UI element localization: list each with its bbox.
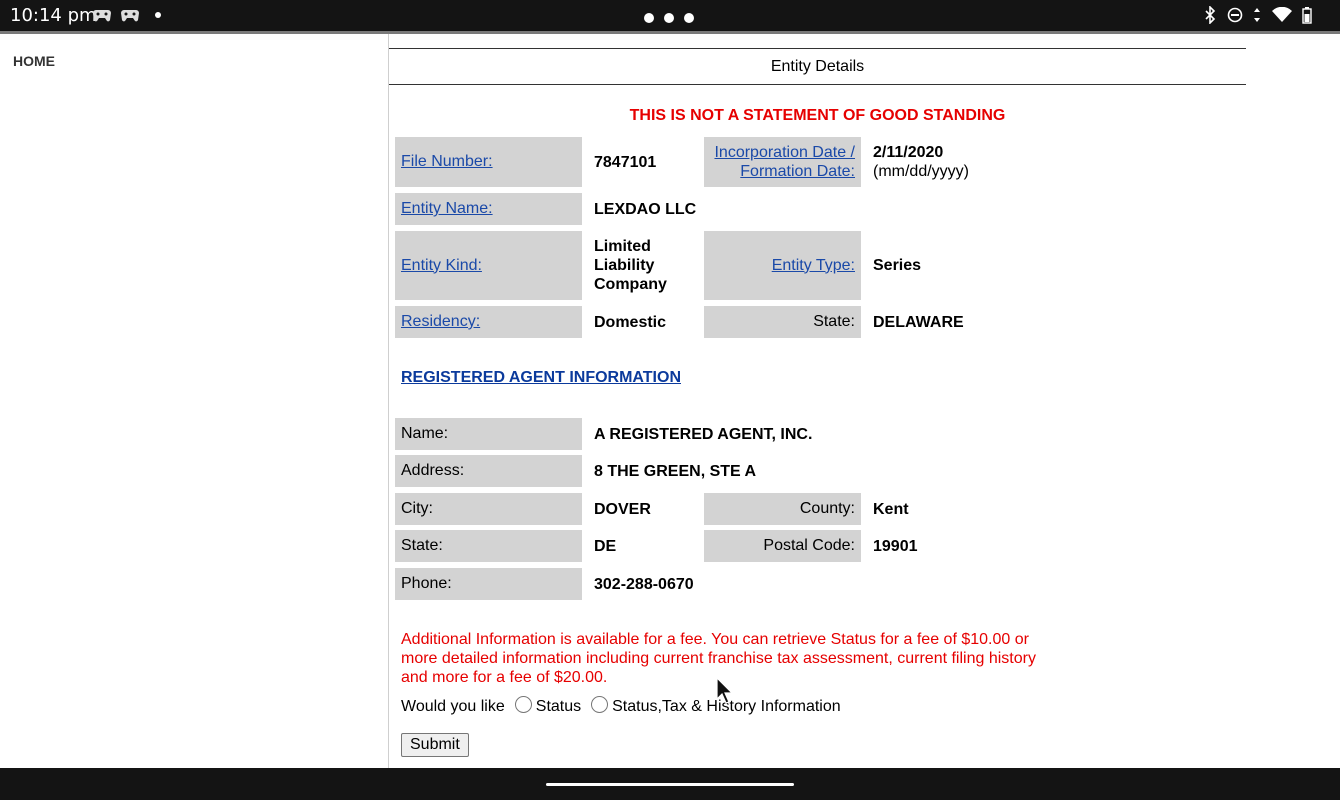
clock: 10:14 pm (10, 5, 97, 26)
data-arrows-icon (1254, 8, 1261, 22)
status-tax-history-radio[interactable] (591, 696, 609, 713)
good-standing-warning: THIS IS NOT A STATEMENT OF GOOD STANDING (629, 107, 1006, 124)
agent-state-label: State: (395, 530, 582, 562)
divider (389, 84, 1246, 85)
wifi-icon (1271, 6, 1292, 22)
home-gesture-handle[interactable] (546, 783, 794, 786)
game-controller-icon (121, 7, 139, 28)
agent-city-label: City: (395, 493, 582, 525)
would-you-like-label: Would you like (401, 697, 505, 715)
residency-help-link[interactable]: Residency: (401, 313, 480, 331)
left-nav-pane: HOME (0, 34, 389, 768)
state-label: State: (704, 306, 861, 338)
mouse-pointer-icon (716, 677, 734, 704)
agent-address-value: 8 THE GREEN, STE A (594, 462, 757, 480)
page-title: Entity Details (770, 58, 865, 75)
agent-name-value: A REGISTERED AGENT, INC. (594, 425, 813, 443)
entity-kind-label-cell: Entity Kind: (395, 231, 582, 300)
info-option-row: Would you like Status Status,Tax & Histo… (401, 696, 841, 717)
agent-county-value: Kent (873, 500, 909, 518)
entity-name-help-link[interactable]: Entity Name: (401, 200, 493, 218)
agent-phone-label: Phone: (395, 568, 582, 600)
home-link[interactable]: HOME (13, 53, 55, 69)
residency-value: Domestic (594, 313, 667, 331)
game-controller-icon (93, 7, 111, 28)
entity-name-value: LEXDAO LLC (594, 200, 697, 218)
agent-phone-value: 302-288-0670 (594, 575, 694, 593)
agent-postal-code-value: 19901 (873, 537, 918, 555)
divider (389, 48, 1246, 49)
system-status-bar: 10:14 pm (0, 0, 1340, 31)
submit-button[interactable]: Submit (401, 733, 469, 757)
system-navigation-bar (0, 768, 1340, 800)
agent-name-label: Name: (395, 418, 582, 450)
entity-name-label-cell: Entity Name: (395, 193, 582, 225)
incorporation-date-value: 2/11/2020 (mm/dd/yyyy) (873, 144, 969, 180)
status-option-label[interactable]: Status (536, 698, 581, 716)
file-number-help-link[interactable]: File Number: (401, 153, 493, 171)
agent-county-label: County: (704, 493, 861, 525)
entity-type-help-link[interactable]: Entity Type: (772, 257, 855, 275)
entity-kind-help-link[interactable]: Entity Kind: (401, 257, 482, 275)
incorporation-date-label-cell: Incorporation Date / Formation Date: (704, 137, 861, 187)
window-handle-dots-icon[interactable] (644, 10, 704, 28)
file-number-label-cell: File Number: (395, 137, 582, 187)
file-number-value: 7847101 (594, 153, 657, 171)
entity-kind-value: Limited Liability Company (594, 238, 667, 293)
more-notifications-dot-icon (155, 12, 161, 18)
agent-state-value: DE (594, 537, 617, 555)
agent-address-label: Address: (395, 455, 582, 487)
registered-agent-section-link[interactable]: REGISTERED AGENT INFORMATION (401, 369, 681, 387)
entity-details-panel: Entity Details THIS IS NOT A STATEMENT O… (389, 34, 1340, 768)
residency-label-cell: Residency: (395, 306, 582, 338)
battery-icon (1302, 7, 1312, 24)
entity-type-label-cell: Entity Type: (704, 231, 861, 300)
system-icons (1198, 5, 1312, 25)
entity-type-value: Series (873, 257, 922, 274)
incorporation-date-help-link[interactable]: Incorporation Date / Formation Date: (714, 143, 855, 181)
state-value: DELAWARE (873, 313, 964, 331)
agent-postal-code-label: Postal Code: (704, 530, 861, 562)
status-radio[interactable] (514, 696, 532, 713)
bluetooth-icon (1205, 5, 1216, 25)
do-not-disturb-icon (1227, 7, 1242, 23)
agent-city-value: DOVER (594, 500, 651, 518)
